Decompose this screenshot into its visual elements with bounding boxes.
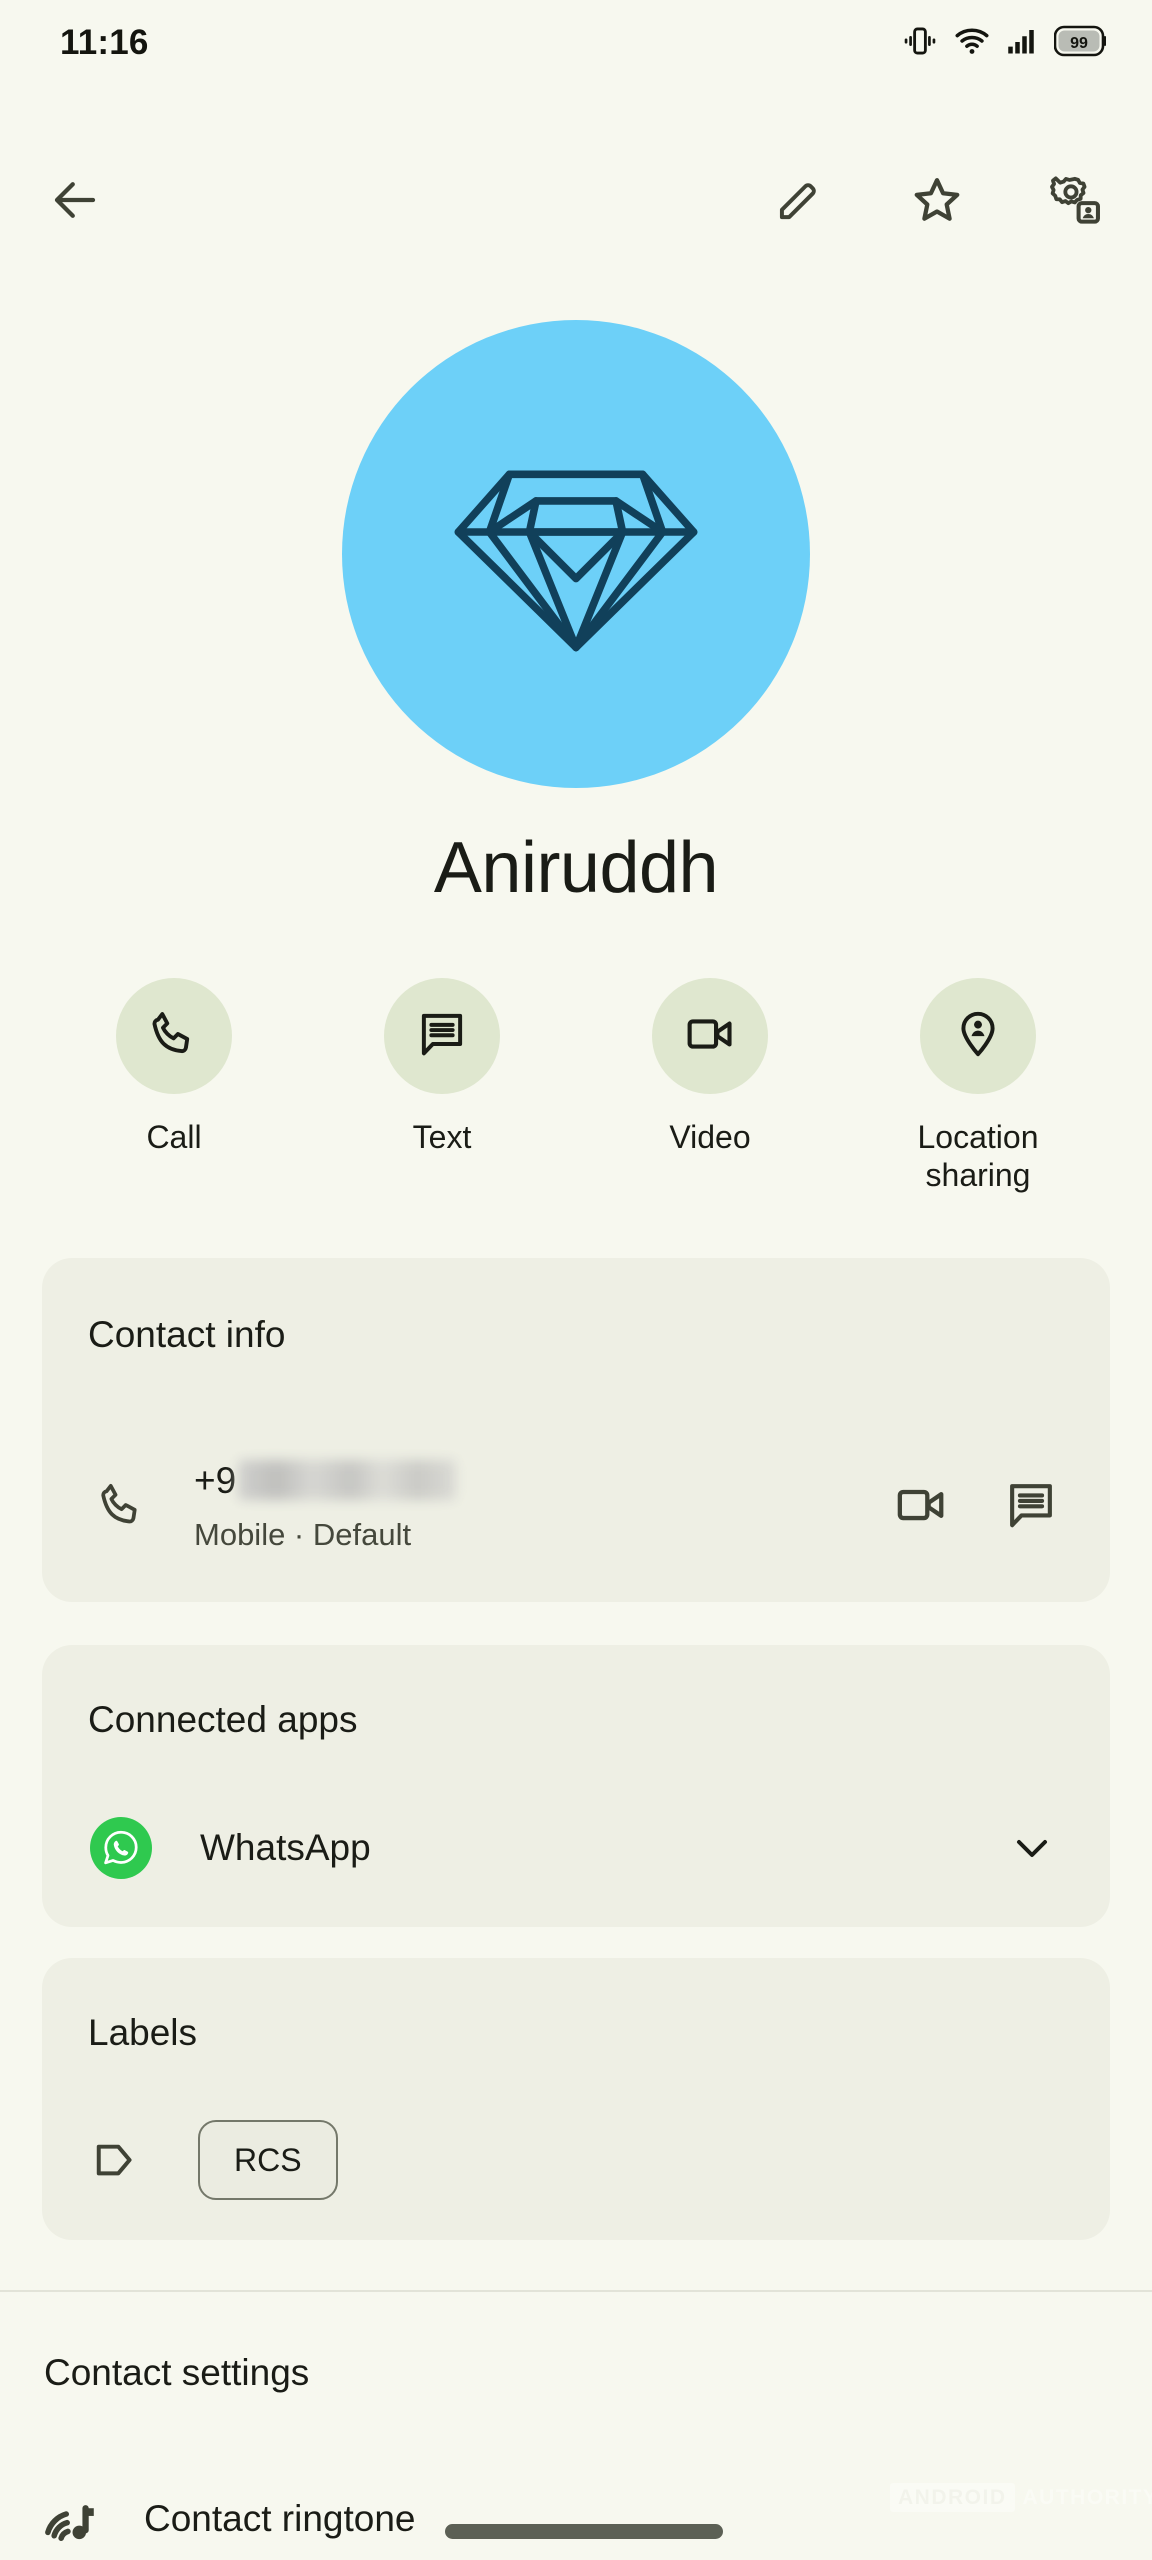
avatar-container (0, 320, 1152, 788)
app-bar-actions (768, 169, 1106, 231)
quick-action-text[interactable]: Text (342, 978, 542, 1156)
message-icon (417, 1009, 467, 1064)
phone-number-subtitle: Mobile · Default (194, 1517, 412, 1552)
phone-number-prefix: +9 (194, 1459, 237, 1501)
location-person-icon (953, 1009, 1003, 1064)
wifi-icon (954, 24, 990, 63)
quick-action-call[interactable]: Call (74, 978, 274, 1156)
status-bar: 11:16 99 (0, 0, 1152, 86)
quick-actions-row: Call Text Video Location sharing (0, 978, 1152, 1195)
vibrate-icon (903, 24, 937, 63)
phone-number-text: +9 Mobile · Default (194, 1457, 890, 1553)
diamond-icon (442, 441, 710, 668)
quick-action-video[interactable]: Video (610, 978, 810, 1156)
quick-action-video-label: Video (669, 1119, 751, 1155)
app-bar (0, 150, 1152, 250)
quick-action-text-label: Text (412, 1119, 472, 1155)
phone-number-row[interactable]: +9 Mobile · Default (42, 1430, 1110, 1580)
quick-action-location-sharing[interactable]: Location sharing (878, 978, 1078, 1195)
phone-number-value: +9 (194, 1457, 890, 1503)
whatsapp-icon (90, 1817, 152, 1879)
send-message-button[interactable] (1000, 1474, 1062, 1536)
gesture-navigation-bar[interactable] (445, 2524, 723, 2539)
section-divider (0, 2290, 1152, 2292)
status-bar-icons: 99 (903, 24, 1106, 63)
back-button[interactable] (44, 169, 106, 231)
connected-app-row-whatsapp[interactable]: WhatsApp (42, 1793, 1110, 1903)
phone-icon (148, 1008, 200, 1065)
phone-icon (88, 1480, 156, 1530)
manage-accounts-icon[interactable] (1044, 169, 1106, 231)
edit-contact-button[interactable] (768, 169, 830, 231)
cellular-signal-icon (1007, 24, 1037, 63)
phone-number-redacted (238, 1460, 457, 1500)
favorite-star-button[interactable] (906, 169, 968, 231)
watermark: ANDROID AUTHORITY (890, 2483, 1152, 2512)
videocam-icon (684, 1008, 736, 1065)
contact-info-title: Contact info (88, 1314, 286, 1355)
page-title: Aniruddh (433, 828, 719, 908)
phone-row-actions (890, 1474, 1062, 1536)
labels-row: RCS (42, 2100, 1110, 2220)
watermark-text: AUTHORITY (1022, 2486, 1152, 2509)
video-button-circle[interactable] (652, 978, 768, 1094)
chevron-down-icon[interactable] (1004, 1820, 1060, 1876)
call-button-circle[interactable] (116, 978, 232, 1094)
avatar[interactable] (342, 320, 810, 788)
connected-app-name: WhatsApp (200, 1827, 371, 1868)
labels-title: Labels (88, 2012, 198, 2053)
contact-settings-title: Contact settings (44, 2352, 310, 2393)
connected-apps-title: Connected apps (88, 1699, 358, 1740)
ringtone-icon (44, 2500, 116, 2558)
contact-info-card: Contact info +9 Mobile · Default (42, 1258, 1110, 1602)
quick-action-call-label: Call (146, 1119, 202, 1155)
connected-apps-card: Connected apps WhatsApp (42, 1645, 1110, 1927)
location-button-circle[interactable] (920, 978, 1036, 1094)
label-chip-rcs[interactable]: RCS (198, 2120, 338, 2200)
quick-action-location-label: Location sharing (917, 1119, 1039, 1194)
labels-card: Labels RCS (42, 1958, 1110, 2240)
label-tag-icon (90, 2135, 152, 2185)
watermark-badge: ANDROID (890, 2483, 1015, 2512)
text-button-circle[interactable] (384, 978, 500, 1094)
contact-ringtone-label: Contact ringtone (144, 2498, 416, 2539)
battery-level-text: 99 (1070, 35, 1088, 52)
video-call-button[interactable] (890, 1474, 952, 1536)
status-bar-time: 11:16 (60, 23, 149, 62)
battery-icon: 99 (1053, 25, 1106, 62)
